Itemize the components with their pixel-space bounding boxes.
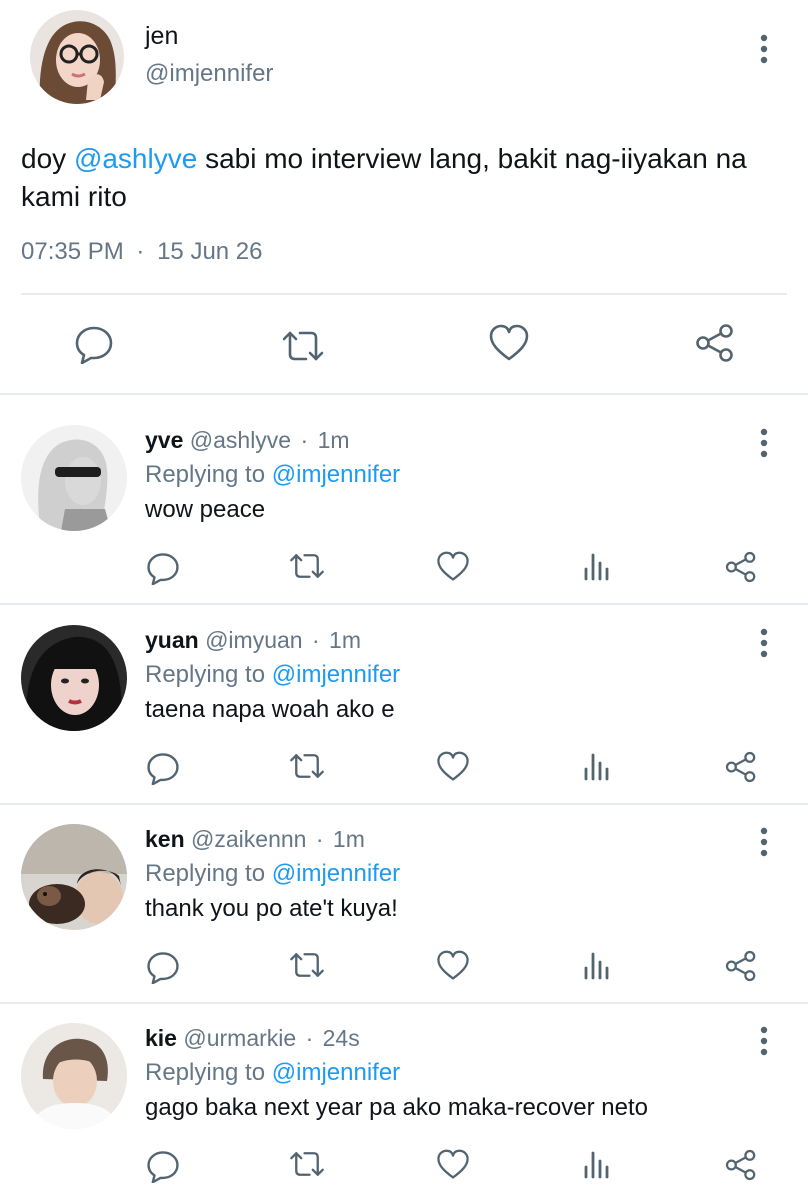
share-icon[interactable] [694,323,736,363]
avatar[interactable] [21,625,127,731]
author-name[interactable]: yuan [145,627,199,653]
tweet-date: 15 Jun 26 [157,238,263,265]
retweet-icon[interactable] [288,950,326,980]
reply-tweet[interactable]: yuan @imyuan · 1m Replying to @imjennife… [0,606,808,803]
more-options-icon[interactable] [752,34,776,64]
retweet-icon[interactable] [288,751,326,781]
meta-separator: · [300,427,309,453]
author-handle[interactable]: @imyuan [205,627,303,653]
like-icon[interactable] [488,324,530,362]
reply-tweet[interactable]: yve @ashlyve · 1m Replying to @imjennife… [0,406,808,603]
reply-text: wow peace [145,496,266,523]
mention-link[interactable]: @ashlyve [74,143,197,174]
reply-icon[interactable] [146,751,180,785]
reply-text: gago baka next year pa ako maka-recover … [145,1094,648,1121]
reply-text: taena napa woah ako e [145,696,395,723]
retweet-icon[interactable] [288,1149,326,1179]
avatar[interactable] [21,425,127,531]
section-divider [0,393,808,395]
author-handle[interactable]: @urmarkie [183,1025,296,1051]
reply-time: 1m [317,427,350,453]
meta-separator: · [136,238,145,265]
share-icon[interactable] [724,950,758,982]
like-icon[interactable] [436,950,470,981]
mention-link[interactable]: @imjennifer [272,661,400,688]
author-handle[interactable]: @imjennifer [145,60,273,88]
section-divider [0,603,808,605]
avatar[interactable] [21,1023,127,1129]
meta-separator: · [311,627,320,653]
retweet-icon[interactable] [280,328,326,364]
reply-text: thank you po ate't kuya! [145,895,398,922]
divider [21,293,787,295]
reply-time: 1m [332,826,365,852]
replying-to: Replying to @imjennifer [145,661,401,688]
author-name[interactable]: kie [145,1025,177,1051]
more-options-icon[interactable] [752,628,776,658]
retweet-icon[interactable] [288,551,326,581]
tweet-time: 07:35 PM [21,238,124,265]
more-options-icon[interactable] [752,1026,776,1056]
author-handle[interactable]: @zaikennn [191,826,306,852]
reply-icon[interactable] [146,551,180,585]
replying-to: Replying to @imjennifer [145,461,401,488]
tweet-text: doy @ashlyve sabi mo interview lang, bak… [21,143,747,212]
like-icon[interactable] [436,551,470,582]
mention-link[interactable]: @imjennifer [272,860,400,887]
author-handle[interactable]: @ashlyve [190,427,291,453]
reply-time: 24s [322,1025,360,1051]
analytics-icon[interactable] [582,950,610,980]
analytics-icon[interactable] [582,751,610,781]
replying-to: Replying to @imjennifer [145,1059,401,1086]
author-name[interactable]: ken [145,826,185,852]
mention-link[interactable]: @imjennifer [272,1059,400,1086]
share-icon[interactable] [724,551,758,583]
author-name[interactable]: jen [145,22,178,51]
like-icon[interactable] [436,1149,470,1180]
reply-icon[interactable] [74,324,114,364]
reply-icon[interactable] [146,1149,180,1183]
analytics-icon[interactable] [582,551,610,581]
tweet-timestamp[interactable]: 07:35 PM · 15 Jun 26 [21,238,263,266]
like-icon[interactable] [436,751,470,782]
reply-tweet[interactable]: ken @zaikennn · 1m Replying to @imjennif… [0,805,808,1002]
replying-to: Replying to @imjennifer [145,860,401,887]
meta-separator: · [305,1025,314,1051]
author-name[interactable]: yve [145,427,183,453]
avatar[interactable] [21,824,127,930]
share-icon[interactable] [724,751,758,783]
more-options-icon[interactable] [752,428,776,458]
more-options-icon[interactable] [752,827,776,857]
mention-link[interactable]: @imjennifer [272,461,400,488]
reply-time: 1m [329,627,361,653]
reply-tweet[interactable]: kie @urmarkie · 24s Replying to @imjenni… [0,1004,808,1201]
analytics-icon[interactable] [582,1149,610,1179]
reply-icon[interactable] [146,950,180,984]
avatar[interactable] [30,10,124,104]
meta-separator: · [315,826,324,852]
share-icon[interactable] [724,1149,758,1181]
